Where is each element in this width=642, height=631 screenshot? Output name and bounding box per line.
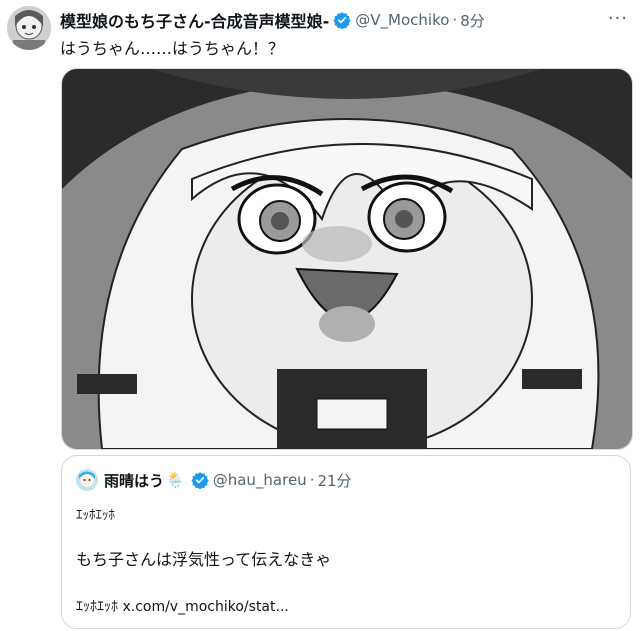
separator-dot: · bbox=[452, 11, 458, 29]
timestamp[interactable]: 8分 bbox=[460, 10, 485, 31]
quote-text-line2: もち子さんは浮気性って伝えなきゃ bbox=[76, 550, 332, 569]
quote-text-line1: ｴｯﾎｴｯﾎ bbox=[76, 508, 115, 523]
tweet-text: はうちゃん……はうちゃん！？ bbox=[60, 39, 285, 58]
avatar-image bbox=[7, 6, 51, 50]
quote-avatar-image bbox=[76, 469, 98, 491]
quote-timestamp[interactable]: 21分 bbox=[317, 470, 351, 491]
weather-emoji-icon: 🌦️ bbox=[166, 471, 185, 489]
tweet-header: 模型娘のもち子さん-合成音声模型娘- @V_Mochiko · 8分 bbox=[60, 9, 622, 31]
quote-header: 雨晴はう 🌦️ @hau_hareu · 21分 bbox=[76, 468, 616, 492]
quote-text-line3: ｴｯﾎｴｯﾎ x.com/v_mochiko/stat... bbox=[76, 596, 289, 616]
quote-display-name[interactable]: 雨晴はう bbox=[104, 470, 164, 491]
display-name[interactable]: 模型娘のもち子さん-合成音声模型娘- bbox=[60, 8, 329, 32]
verified-badge-icon bbox=[191, 471, 209, 489]
quote-link[interactable]: x.com/v_mochiko/stat... bbox=[122, 599, 288, 615]
illustration bbox=[62, 69, 632, 449]
quote-tweet-card[interactable]: 雨晴はう 🌦️ @hau_hareu · 21分 ｴｯﾎｴｯﾎ もち子さんは浮気… bbox=[61, 455, 631, 629]
handle[interactable]: @V_Mochiko bbox=[355, 11, 449, 29]
quote-text-line3-prefix: ｴｯﾎｴｯﾎ bbox=[76, 599, 118, 615]
quote-avatar[interactable] bbox=[76, 469, 98, 491]
avatar[interactable] bbox=[7, 6, 51, 50]
more-icon[interactable]: ··· bbox=[608, 8, 628, 29]
separator-dot: · bbox=[309, 471, 315, 489]
tweet-media-image[interactable] bbox=[61, 68, 633, 450]
quote-handle[interactable]: @hau_hareu bbox=[213, 471, 307, 489]
verified-badge-icon bbox=[333, 11, 351, 29]
